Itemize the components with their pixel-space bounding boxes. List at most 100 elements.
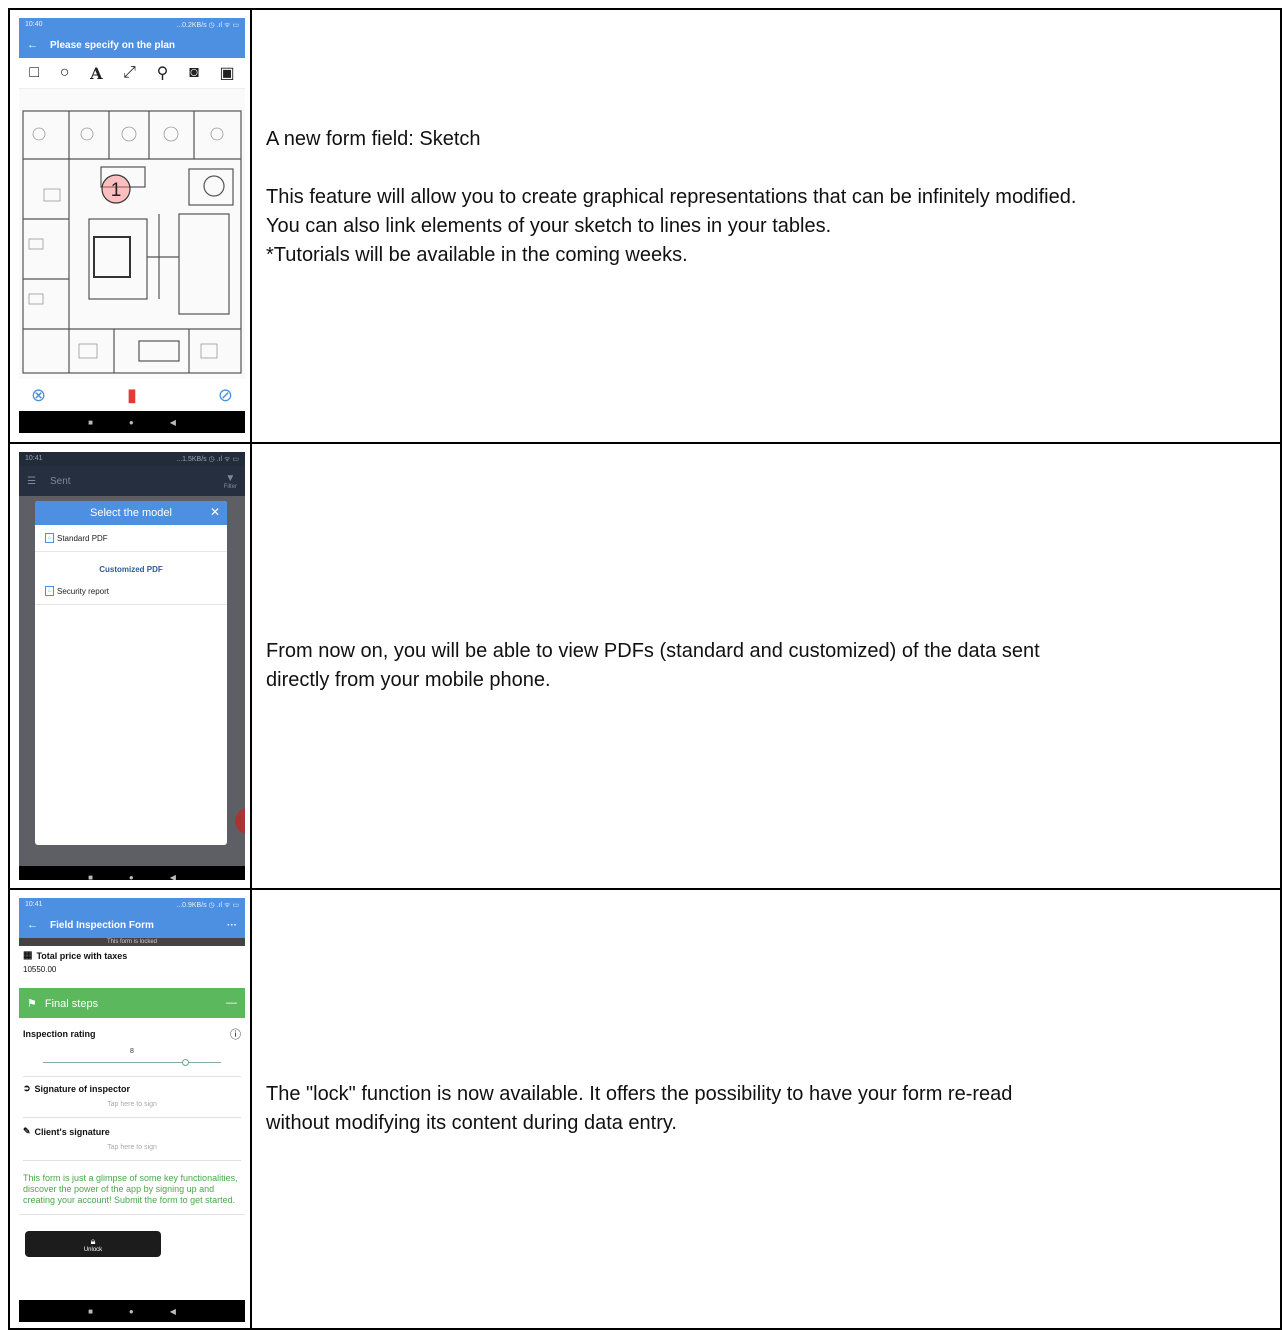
screen-title: Please specify on the plan — [50, 39, 176, 51]
app-bar: ← Please specify on the plan — [19, 32, 245, 58]
description-cell: A new form field: Sketch This feature wi… — [250, 8, 1282, 444]
client-signature-label: ✎ Client's signature — [23, 1126, 110, 1137]
sketch-marker-label: 1 — [111, 180, 122, 201]
screenshot-cell: 10:41 ...1.5KB/s ◷ .ıl ᯤ ▭ ☰ Sent ▼ Filter… — [8, 442, 252, 890]
description-line: You can also link elements of your sketc… — [266, 214, 832, 237]
rectangle-icon[interactable]: □ — [29, 64, 39, 82]
sketch-toolbar: □ ○ A ⤢ ⚲ ◙ ▣ — [19, 58, 245, 89]
help-icon[interactable]: ⓘ — [230, 1026, 241, 1042]
trash-icon[interactable]: ▮ — [127, 385, 137, 406]
filter-icon: ▼ — [225, 472, 236, 484]
more-icon[interactable]: ··· — [227, 920, 237, 931]
unlock-button[interactable]: 🔒︎ Unlock — [25, 1231, 161, 1257]
inspection-rating-label: Inspection rating ⓘ — [23, 1026, 241, 1042]
back-arrow-icon[interactable]: ← — [27, 919, 38, 931]
tap-to-sign-client[interactable]: Tap here to sign — [23, 1144, 241, 1151]
app-bar: ← Field Inspection Form ··· — [19, 912, 245, 938]
lock-icon: 🔒︎ — [90, 1235, 96, 1246]
description-line: From now on, you will be able to view PD… — [266, 640, 1040, 662]
status-time: 10:40 — [25, 21, 43, 28]
sketch-actions: ⊗ ▮ ⊘ — [19, 379, 245, 411]
circle-icon[interactable]: ○ — [60, 64, 70, 82]
pen-icon: ✎ — [23, 1126, 31, 1136]
status-icons: ...0.9KB/s ◷ .ıl ᯤ ▭ — [176, 902, 239, 909]
screenshot-cell: 10:41 ...0.9KB/s ◷ .ıl ᯤ ▭ ← Field Inspec… — [8, 888, 252, 1330]
back-nav-icon[interactable]: ◀ — [170, 873, 176, 881]
status-icons: ...1.5KB/s ◷ .ıl ᯤ ▭ — [176, 456, 239, 463]
pdf-icon: ⌂ — [45, 586, 54, 596]
home-icon[interactable]: ● — [129, 418, 134, 427]
rating-value: 8 — [130, 1048, 134, 1055]
back-nav-icon[interactable]: ◀ — [170, 1307, 176, 1316]
back-nav-icon[interactable]: ◀ — [170, 418, 176, 427]
standard-pdf-item[interactable]: ⌂ Standard PDF — [35, 525, 227, 552]
description-line: The "lock" function is now available. It… — [266, 1083, 1013, 1105]
description-line: directly from your mobile phone. — [266, 669, 551, 691]
screen-title: Field Inspection Form — [50, 920, 154, 931]
home-icon[interactable]: ● — [129, 1307, 134, 1316]
lock-screenshot: 10:41 ...0.9KB/s ◷ .ıl ᯤ ▭ ← Field Inspec… — [19, 898, 245, 1322]
document-table: 10:40 ...0.2KB/s ◷ .ıl ᯤ ▭ ← Please spec… — [8, 8, 1282, 1330]
back-arrow-icon[interactable]: ← — [27, 39, 38, 51]
security-report-item[interactable]: ⌂ Security report — [35, 578, 227, 605]
floor-plan-canvas[interactable]: 1 — [19, 89, 245, 379]
description-line: This feature will allow you to create gr… — [266, 185, 1077, 208]
status-time: 10:41 — [25, 455, 43, 462]
confirm-icon[interactable]: ⊘ — [218, 385, 233, 406]
link-icon[interactable]: ⚲ — [157, 63, 169, 83]
status-time: 10:41 — [25, 901, 43, 908]
slider-thumb[interactable] — [182, 1059, 190, 1066]
filter-button[interactable]: ▼ Filter — [224, 473, 237, 490]
collapse-icon[interactable]: — — [226, 997, 237, 1009]
cancel-icon[interactable]: ⊗ — [31, 385, 46, 406]
close-icon[interactable]: ✕ — [210, 505, 220, 519]
status-icons: ...0.2KB/s ◷ .ıl ᯤ ▭ — [176, 22, 239, 29]
screen-title: Sent — [49, 475, 71, 487]
tap-to-sign-inspector[interactable]: Tap here to sign — [23, 1101, 241, 1108]
chevron-circle-icon: ➲ — [23, 1083, 31, 1093]
fab-button[interactable] — [235, 808, 245, 834]
camera-icon[interactable]: ◙ — [189, 64, 199, 82]
table-row: 10:41 ...0.9KB/s ◷ .ıl ᯤ ▭ ← Field Inspec… — [8, 888, 1282, 1330]
flag-icon: ⚑ — [27, 997, 37, 1010]
android-nav-bar: ■ ● ◀ — [19, 866, 245, 880]
pdf-icon: ⌂ — [45, 533, 54, 543]
dialog-title: Select the model — [90, 507, 172, 519]
text-icon[interactable]: A — [90, 64, 102, 83]
modal-overlay[interactable]: Select the model ✕ ⌂ Standard PDF Custom… — [19, 496, 245, 866]
home-icon[interactable]: ● — [129, 873, 134, 881]
dialog-header: Select the model ✕ — [35, 501, 227, 525]
image-icon[interactable]: ▣ — [219, 63, 234, 83]
menu-icon[interactable]: ☰ — [27, 476, 36, 487]
floor-plan-image: 1 — [19, 89, 245, 379]
customized-pdf-section-label: Customized PDF — [99, 565, 163, 574]
status-bar: 10:41 ...1.5KB/s ◷ .ıl ᯤ ▭ — [19, 452, 245, 466]
android-nav-bar: ■ ● ◀ — [19, 1300, 245, 1322]
calculator-icon: ▦ — [23, 950, 33, 961]
status-bar: 10:40 ...0.2KB/s ◷ .ıl ᯤ ▭ — [19, 18, 245, 32]
signature-inspector-label: ➲ Signature of inspector — [23, 1083, 131, 1094]
description-heading: A new form field: Sketch — [266, 127, 481, 150]
description-cell: The "lock" function is now available. It… — [250, 888, 1282, 1330]
recent-apps-icon[interactable]: ■ — [88, 873, 93, 881]
locked-banner: This form is locked — [19, 938, 245, 946]
promo-text: This form is just a glimpse of some key … — [23, 1173, 238, 1205]
select-model-dialog: Select the model ✕ ⌂ Standard PDF Custom… — [35, 501, 227, 845]
recent-apps-icon[interactable]: ■ — [88, 1307, 93, 1316]
recent-apps-icon[interactable]: ■ — [88, 418, 93, 427]
description-line: *Tutorials will be available in the comi… — [266, 243, 688, 266]
table-row: 10:40 ...0.2KB/s ◷ .ıl ᯤ ▭ ← Please spec… — [8, 8, 1282, 444]
description-line: without modifying its content during dat… — [266, 1112, 677, 1134]
table-row: 10:41 ...1.5KB/s ◷ .ıl ᯤ ▭ ☰ Sent ▼ Filter… — [8, 442, 1282, 890]
app-bar: ☰ Sent ▼ Filter — [19, 466, 245, 496]
total-price-value: 10550.00 — [23, 965, 57, 974]
android-nav-bar: ■ ● ◀ — [19, 411, 245, 433]
pdf-screenshot: 10:41 ...1.5KB/s ◷ .ıl ᯤ ▭ ☰ Sent ▼ Filter… — [19, 452, 245, 880]
arrow-icon[interactable]: ⤢ — [123, 64, 136, 82]
screenshot-cell: 10:40 ...0.2KB/s ◷ .ıl ᯤ ▭ ← Please spec… — [8, 8, 252, 444]
status-bar: 10:41 ...0.9KB/s ◷ .ıl ᯤ ▭ — [19, 898, 245, 912]
description-cell: From now on, you will be able to view PD… — [250, 442, 1282, 890]
final-steps-section[interactable]: ⚑ Final steps — — [19, 988, 245, 1018]
sketch-screenshot: 10:40 ...0.2KB/s ◷ .ıl ᯤ ▭ ← Please spec… — [19, 18, 245, 442]
rating-slider[interactable] — [43, 1059, 221, 1067]
